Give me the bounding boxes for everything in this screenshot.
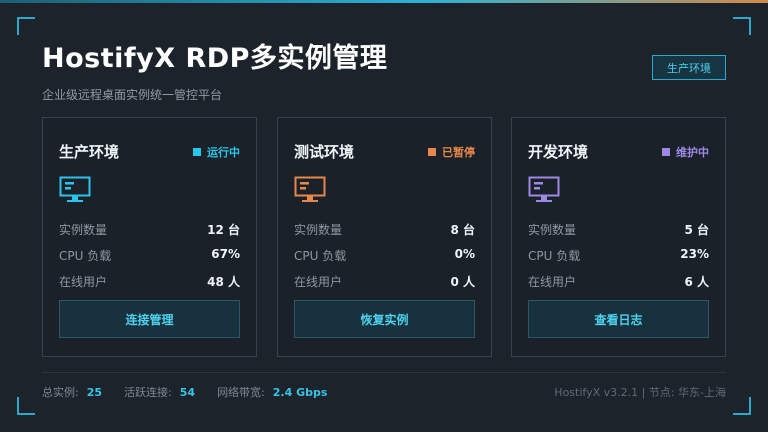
connect-manage-button[interactable]: 连接管理 <box>59 300 240 338</box>
monitor-icon <box>294 176 326 202</box>
stat-value: 6 人 <box>684 275 709 289</box>
card-title: 测试环境 <box>294 143 355 161</box>
stat-value: 12 台 <box>207 223 240 237</box>
stat-cpu-load: CPU 负载 23% <box>528 247 709 264</box>
stat-cpu-load: CPU 负载 0% <box>294 247 475 264</box>
environment-card-production: 生产环境 运行中 实例数量 12 台 CPU 负载 67% 在线用户 48 人 … <box>42 117 257 357</box>
status-indicator: 已暂停 <box>428 144 475 160</box>
footer-stats: 总实例: 25 活跃连接: 54 网络带宽: 2.4 Gbps <box>42 384 349 400</box>
stat-cpu-load: CPU 负载 67% <box>59 247 240 264</box>
active-connections-value: 54 <box>179 385 196 399</box>
environment-card-development: 开发环境 维护中 实例数量 5 台 CPU 负载 23% 在线用户 6 人 查看… <box>511 117 726 357</box>
footer-divider <box>42 372 726 373</box>
top-accent-line <box>0 0 768 3</box>
stat-label: 在线用户 <box>294 275 343 289</box>
stat-label: CPU 负载 <box>59 249 112 263</box>
monitor-icon <box>528 176 560 202</box>
status-label: 已暂停 <box>442 146 475 159</box>
stat-value: 67% <box>211 247 240 261</box>
active-connections-label: 活跃连接: <box>124 386 172 399</box>
stat-instances: 实例数量 8 台 <box>294 221 475 238</box>
stat-label: CPU 负载 <box>294 249 347 263</box>
stat-instances: 实例数量 12 台 <box>59 221 240 238</box>
stat-value: 0% <box>454 247 475 261</box>
stat-value: 48 人 <box>207 275 240 289</box>
version-node-info: HostifyX v3.2.1 | 节点: 华东-上海 <box>554 386 726 399</box>
stat-value: 23% <box>680 247 709 261</box>
stat-value: 8 台 <box>450 223 475 237</box>
corner-bracket-top-left <box>17 17 35 35</box>
status-dot <box>662 148 670 156</box>
monitor-icon <box>59 176 91 202</box>
card-title: 开发环境 <box>528 143 589 161</box>
stat-label: 实例数量 <box>294 223 343 237</box>
status-dot <box>428 148 436 156</box>
stat-online-users: 在线用户 6 人 <box>528 273 709 290</box>
corner-bracket-bottom-right <box>733 397 751 415</box>
stat-label: 实例数量 <box>59 223 108 237</box>
corner-bracket-bottom-left <box>17 397 35 415</box>
status-label: 运行中 <box>207 146 240 159</box>
bandwidth-value: 2.4 Gbps <box>272 385 328 399</box>
restore-instance-button[interactable]: 恢复实例 <box>294 300 475 338</box>
card-title: 生产环境 <box>59 143 120 161</box>
status-indicator: 运行中 <box>193 144 240 160</box>
status-indicator: 维护中 <box>662 144 709 160</box>
stat-value: 0 人 <box>450 275 475 289</box>
total-instances-value: 25 <box>86 385 103 399</box>
stat-online-users: 在线用户 0 人 <box>294 273 475 290</box>
stat-label: 实例数量 <box>528 223 577 237</box>
environment-card-testing: 测试环境 已暂停 实例数量 8 台 CPU 负载 0% 在线用户 0 人 恢复实… <box>277 117 492 357</box>
total-instances-label: 总实例: <box>42 386 79 399</box>
stat-label: 在线用户 <box>528 275 577 289</box>
bandwidth-label: 网络带宽: <box>217 386 265 399</box>
view-logs-button[interactable]: 查看日志 <box>528 300 709 338</box>
stat-value: 5 台 <box>684 223 709 237</box>
page-subtitle: 企业级远程桌面实例统一管控平台 <box>42 88 223 102</box>
stat-label: 在线用户 <box>59 275 108 289</box>
environment-badge[interactable]: 生产环境 <box>652 55 726 80</box>
stat-online-users: 在线用户 48 人 <box>59 273 240 290</box>
status-label: 维护中 <box>676 146 709 159</box>
stat-label: CPU 负载 <box>528 249 581 263</box>
page-title: HostifyX RDP多实例管理 <box>42 43 388 74</box>
corner-bracket-top-right <box>733 17 751 35</box>
status-dot <box>193 148 201 156</box>
stat-instances: 实例数量 5 台 <box>528 221 709 238</box>
